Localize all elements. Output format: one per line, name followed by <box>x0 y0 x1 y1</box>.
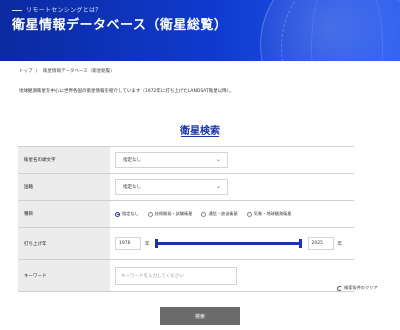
category-radio-group: 指定なし 技術開発・試験衛星 通信・放送衛星 気象・地球観測衛星 <box>115 211 301 217</box>
country-select[interactable]: 指定なし ⌄ <box>115 179 228 195</box>
keyword-input[interactable]: キーワードを入力してください <box>115 266 237 285</box>
country-label: 国籍 <box>18 174 110 200</box>
slider-handle-min[interactable] <box>154 239 158 248</box>
breadcrumb: トップ〉衛星情報データベース（衛星総覧） <box>19 68 115 74</box>
form-row-launch-year: 打ち上げ年 1976 年 2025 年 <box>18 228 354 260</box>
category-label: 種目 <box>18 201 110 227</box>
initial-select-value: 指定なし <box>123 158 141 163</box>
year-unit: 年 <box>337 241 343 247</box>
category-radio-weather[interactable]: 気象・地球観測衛星 <box>246 211 292 217</box>
radio-icon <box>201 211 207 217</box>
radio-selected-icon <box>115 211 120 217</box>
keyword-label: キーワード <box>18 260 110 291</box>
category-radio-none[interactable]: 指定なし <box>115 211 139 217</box>
section-title: 衛星検索 <box>180 126 220 137</box>
slider-handle-max[interactable] <box>298 239 302 248</box>
intro-text: 地球観測衛星を中心に世界各国の衛星情報を紹介しています（1972年に打ち上げたL… <box>19 89 234 94</box>
country-select-value: 指定なし <box>123 185 141 190</box>
breadcrumb-home[interactable]: トップ <box>19 69 33 74</box>
year-range-slider[interactable] <box>154 239 302 248</box>
form-row-keyword: キーワード キーワードを入力してください <box>18 260 354 292</box>
form-row-country: 国籍 指定なし ⌄ <box>18 174 354 201</box>
chevron-down-icon: ⌄ <box>215 156 221 163</box>
hero-subtitle[interactable]: リモートセンシングとは？ <box>12 5 102 14</box>
initial-select[interactable]: 指定なし ⌄ <box>115 152 228 168</box>
section-underline <box>181 136 219 137</box>
year-from-input[interactable]: 1976 <box>115 237 141 250</box>
year-unit: 年 <box>145 241 150 247</box>
page-title: 衛星情報データベース（衛星総覧） <box>12 18 228 33</box>
chevron-down-icon: ⌄ <box>215 183 221 190</box>
search-form: 衛星名の頭文字 指定なし ⌄ 国籍 指定なし ⌄ 種目 指定なし 技術開発・試験… <box>18 146 354 292</box>
launch-year-label: 打ち上げ年 <box>18 228 110 259</box>
clear-conditions-link[interactable]: 検索条件のクリア <box>337 285 378 291</box>
globe-graphic <box>260 0 400 61</box>
radio-icon <box>147 211 153 217</box>
hero-banner: リモートセンシングとは？ 衛星情報データベース（衛星総覧） <box>0 0 400 61</box>
form-row-initial: 衛星名の頭文字 指定なし ⌄ <box>18 147 354 174</box>
initial-label: 衛星名の頭文字 <box>18 147 110 173</box>
radio-icon <box>246 211 252 217</box>
breadcrumb-current: 衛星情報データベース（衛星総覧） <box>43 69 115 74</box>
category-radio-tech[interactable]: 技術開発・試験衛星 <box>147 211 192 217</box>
breadcrumb-separator: 〉 <box>35 69 41 74</box>
search-button[interactable]: 検索 <box>160 307 240 325</box>
category-radio-comm[interactable]: 通信・放送衛星 <box>201 211 238 217</box>
refresh-icon <box>337 285 342 291</box>
form-row-category: 種目 指定なし 技術開発・試験衛星 通信・放送衛星 気象・地球観測衛星 <box>18 201 354 228</box>
year-to-input[interactable]: 2025 <box>307 237 334 250</box>
